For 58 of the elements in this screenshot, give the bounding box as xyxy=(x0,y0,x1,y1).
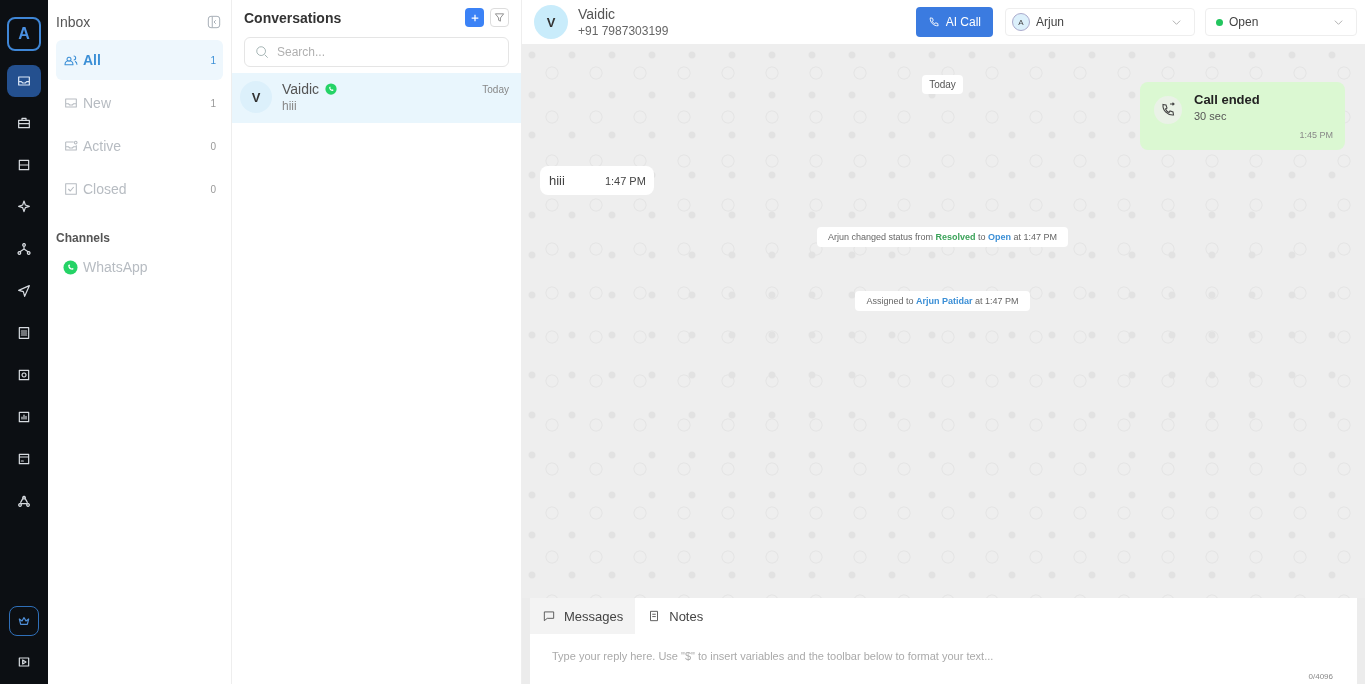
filter-count: 0 xyxy=(210,183,216,195)
tray-icon xyxy=(63,95,79,111)
status-dot xyxy=(1216,18,1223,26)
search-field[interactable]: Search... xyxy=(244,37,509,67)
conversation-item[interactable]: V Vaidic Today hiii xyxy=(232,73,521,123)
activity-note: Assigned to Arjun Patidar at 1:47 PM xyxy=(855,291,1030,311)
filter-item[interactable]: Active 0 xyxy=(56,126,223,166)
conversations-title: Conversations xyxy=(244,9,343,26)
assignee-select[interactable]: A Arjun xyxy=(1005,8,1195,36)
whatsapp-icon xyxy=(63,259,78,275)
whatsapp-icon xyxy=(325,83,338,95)
status-select[interactable]: Open xyxy=(1205,8,1357,36)
phone-icon xyxy=(927,16,940,28)
filter-item[interactable]: Closed 0 xyxy=(56,169,223,209)
message-time: 1:47 PM xyxy=(604,174,646,187)
inbox-icon[interactable] xyxy=(7,65,41,97)
plus-icon xyxy=(469,12,480,23)
call-title: Call ended xyxy=(1194,92,1261,107)
channel-label: WhatsApp xyxy=(83,259,148,275)
assignee-name: Arjun xyxy=(1036,15,1064,29)
filter-item[interactable]: New 1 xyxy=(56,83,223,123)
filter-label: All xyxy=(83,52,102,68)
filter-count: 0 xyxy=(210,140,216,152)
status-label: Open xyxy=(1229,15,1259,29)
contact-name: Vaidic xyxy=(578,6,617,22)
message-preview: hiii xyxy=(282,99,298,113)
contact-avatar: V xyxy=(534,5,568,39)
channels-heading: Channels xyxy=(56,231,111,245)
checkbox-icon xyxy=(63,181,79,197)
filter-label: Active xyxy=(83,138,123,154)
funnel-icon xyxy=(494,12,505,23)
conversation-time: Today xyxy=(482,83,509,95)
new-conversation-button[interactable] xyxy=(465,8,484,27)
chat-bubble-icon xyxy=(542,609,556,623)
contact-name: Vaidic xyxy=(282,81,320,97)
filter-label: Closed xyxy=(83,181,128,197)
filter-count: 1 xyxy=(210,54,216,66)
activity-note: Arjun changed status from Resolved to Open at 1:47 PM xyxy=(816,227,1069,247)
sidebar-toggle-icon[interactable] xyxy=(207,15,221,29)
contact-phone: +91 7987303199 xyxy=(578,24,669,38)
phone-icon xyxy=(1154,96,1182,124)
filter-item[interactable]: All 1 xyxy=(56,40,223,80)
crown-icon[interactable] xyxy=(9,606,39,636)
tray-icon xyxy=(63,138,79,154)
message-time: 1:45 PM xyxy=(1298,130,1333,140)
inbox-title: Inbox xyxy=(56,14,91,30)
call-duration: 30 sec xyxy=(1194,110,1228,122)
users-icon xyxy=(63,52,79,68)
character-counter: 0/4096 xyxy=(1308,672,1333,681)
filter-count: 1 xyxy=(210,97,216,109)
message-text: hiii xyxy=(549,173,565,188)
ai-call-button[interactable]: AI Call xyxy=(915,7,993,37)
composer-tab[interactable]: Messages xyxy=(530,598,636,634)
filter-label: New xyxy=(83,95,112,111)
search-icon xyxy=(255,45,269,59)
workspace-logo[interactable]: A xyxy=(7,17,41,51)
assignee-avatar: A xyxy=(1012,13,1030,31)
contact-avatar: V xyxy=(240,81,272,113)
